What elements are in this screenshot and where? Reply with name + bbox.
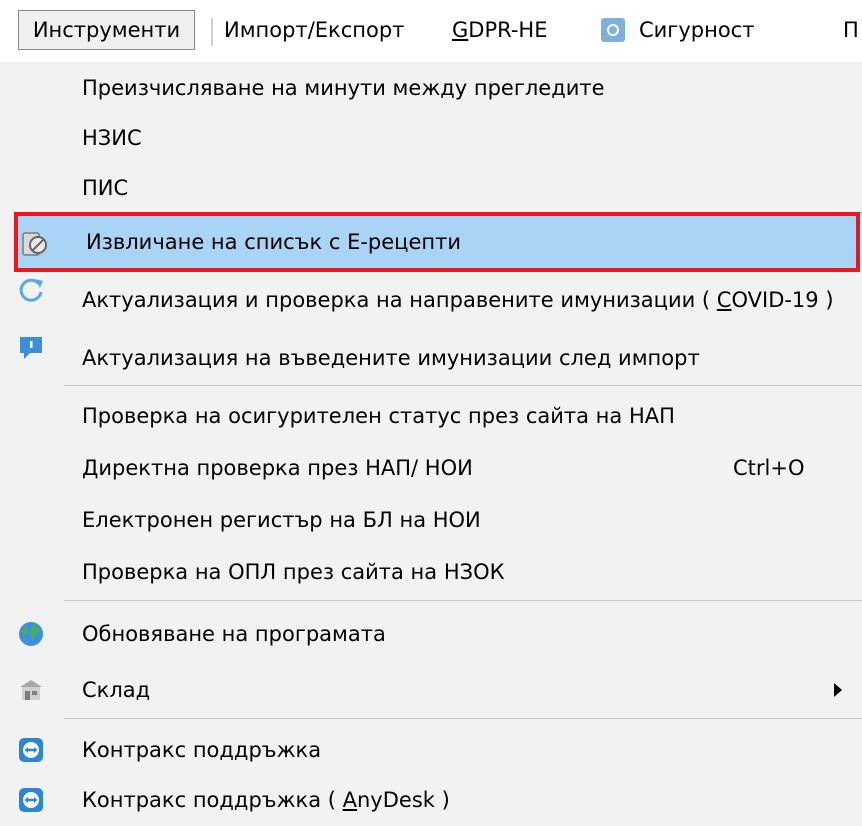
menu-item-label: Преизчисляване на минути между прегледит… xyxy=(82,76,605,100)
warehouse-icon xyxy=(17,676,45,704)
menu-item-label: НЗИС xyxy=(82,126,142,150)
menu-item-covid-immunizations[interactable]: Актуализация и проверка на направените и… xyxy=(0,274,862,326)
menu-sigurnost-label: Сигурност xyxy=(639,18,755,42)
security-icon xyxy=(601,18,625,42)
menu-next-cut[interactable]: П xyxy=(843,10,859,50)
menu-item-label: Електронен регистър на БЛ на НОИ xyxy=(82,508,481,532)
menu-gdpr-mnemonic: G xyxy=(452,18,469,42)
globe-icon xyxy=(17,620,45,648)
menu-separator xyxy=(64,385,862,386)
teamviewer-icon xyxy=(17,786,45,814)
menu-item-insurance-status-nap[interactable]: Проверка на осигурителен статус през сай… xyxy=(0,390,862,442)
menu-item-label: Проверка на ОПЛ през сайта на НЗОК xyxy=(82,560,505,584)
menu-next-cut-label: П xyxy=(843,18,859,42)
menu-item-pis[interactable]: ПИС xyxy=(0,162,862,214)
menu-gdpr-label: DPR-НЕ xyxy=(468,18,548,42)
menu-separator xyxy=(64,718,862,719)
menu-item-label: Обновяване на програмата xyxy=(82,622,386,646)
menu-item-label: Контракс поддръжка ( AnyDesk ) xyxy=(82,788,450,812)
menu-item-imported-immunizations[interactable]: Актуализация на въведените имунизации сл… xyxy=(0,332,862,384)
menu-bar: Инструменти Импорт/Експорт G DPR-НЕ Сигур… xyxy=(0,0,862,62)
refresh-icon xyxy=(17,276,45,304)
menu-item-label: Проверка на осигурителен статус през сай… xyxy=(82,404,675,428)
no-receipt-icon xyxy=(21,230,49,258)
menu-item-e-prescriptions[interactable]: Извличане на списък с Е-рецепти xyxy=(14,212,860,272)
menu-item-warehouse[interactable]: Склад xyxy=(0,664,862,716)
menu-item-bl-register-noi[interactable]: Електронен регистър на БЛ на НОИ xyxy=(0,494,862,546)
menu-gdpr[interactable]: G DPR-НЕ xyxy=(452,10,548,50)
menu-item-update-program[interactable]: Обновяване на програмата xyxy=(0,608,862,660)
menu-separator xyxy=(64,600,862,601)
menu-item-opl-nzok[interactable]: Проверка на ОПЛ през сайта на НЗОК xyxy=(0,546,862,598)
menu-sigurnost[interactable]: Сигурност xyxy=(601,10,754,50)
menu-item-contrax-support[interactable]: Контракс поддръжка xyxy=(0,724,862,776)
menu-item-label: Контракс поддръжка xyxy=(82,738,322,762)
menu-item-label: Извличане на списък с Е-рецепти xyxy=(86,230,462,254)
menu-item-direct-check-nap-noi[interactable]: Директна проверка през НАП/ НОИ Ctrl+O xyxy=(0,442,862,494)
menu-item-label: ПИС xyxy=(82,176,129,200)
menu-item-label: Директна проверка през НАП/ НОИ xyxy=(82,456,473,480)
menu-import-export[interactable]: Импорт/Експорт xyxy=(224,10,404,50)
menu-item-label: Склад xyxy=(82,678,151,702)
menu-import-export-label: Импорт/Експорт xyxy=(224,18,405,42)
teamviewer-icon xyxy=(17,736,45,764)
menu-item-contrax-support-anydesk[interactable]: Контракс поддръжка ( AnyDesk ) xyxy=(0,774,862,826)
menu-item-recalc-minutes[interactable]: Преизчисляване на минути между прегледит… xyxy=(0,62,862,114)
chat-bubble-icon xyxy=(17,334,45,362)
submenu-arrow-icon xyxy=(834,683,842,697)
menu-item-shortcut: Ctrl+O xyxy=(733,456,805,480)
menu-instrumenti[interactable]: Инструменти xyxy=(18,10,195,50)
menu-item-nzis[interactable]: НЗИС xyxy=(0,112,862,164)
menu-item-label: Актуализация на въведените имунизации сл… xyxy=(82,346,700,370)
menu-item-label: Актуализация и проверка на направените и… xyxy=(82,288,834,312)
menu-instrumenti-label: Инструменти xyxy=(32,18,181,42)
menubar-separator xyxy=(211,18,213,46)
dropdown-menu: Преизчисляване на минути между прегледит… xyxy=(0,62,862,826)
